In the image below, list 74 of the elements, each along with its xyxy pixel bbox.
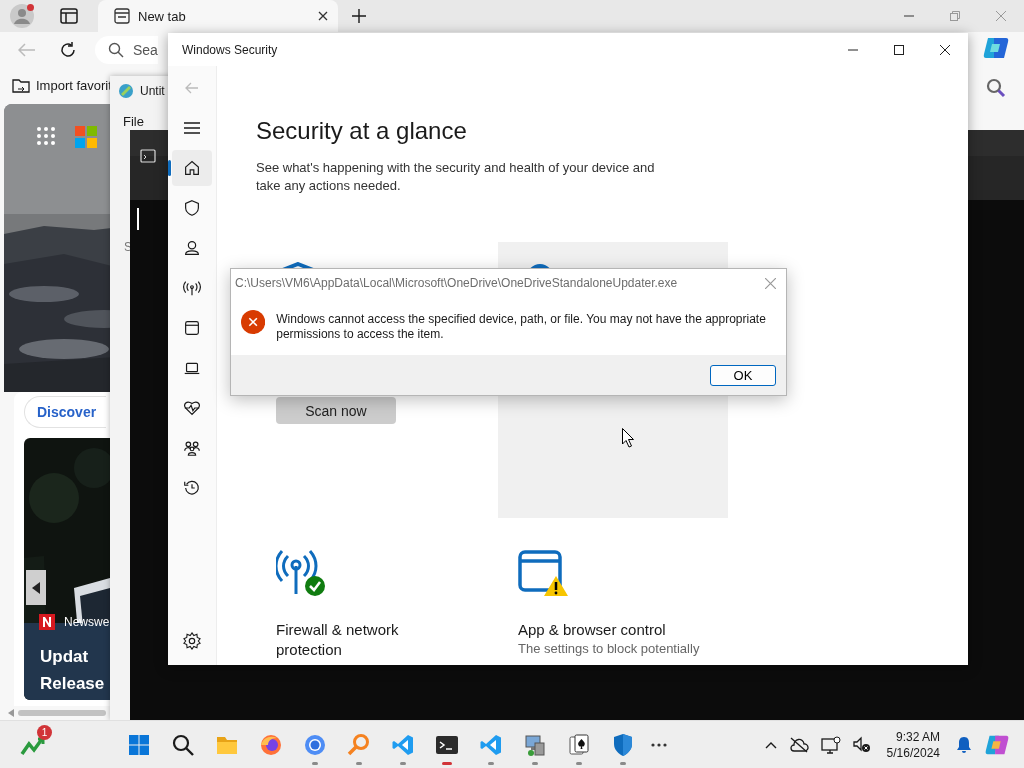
window-icon	[182, 318, 202, 338]
tab-actions-icon[interactable]	[60, 8, 78, 24]
mouse-pointer-icon	[622, 428, 635, 448]
time-text: 9:32 AM	[895, 728, 940, 745]
refresh-icon[interactable]	[59, 41, 77, 59]
magnifier-icon	[347, 732, 371, 757]
avatar-icon	[10, 4, 34, 28]
close-icon[interactable]	[318, 11, 328, 21]
clock-button[interactable]: 9:32 AM 5/16/2024	[882, 728, 944, 761]
notification-badge: 1	[37, 724, 52, 740]
cloud-off-icon[interactable]	[788, 736, 809, 753]
person-icon	[182, 238, 202, 258]
bell-icon[interactable]	[956, 735, 972, 754]
notepad-icon	[118, 83, 134, 99]
page-icon	[114, 8, 130, 24]
tab-label: New tab	[138, 8, 186, 24]
family-icon	[182, 438, 202, 458]
close-icon	[996, 11, 1006, 21]
folder-icon	[12, 77, 30, 93]
left-triangle-icon	[32, 581, 40, 594]
menu-icon	[184, 122, 200, 134]
shield-icon	[182, 198, 202, 218]
restore-icon	[950, 11, 960, 21]
playing-card-icon	[567, 732, 591, 757]
home-icon	[182, 158, 202, 178]
card-status: The settings to block potentially	[518, 640, 701, 657]
error-message: Windows cannot access the specified device, path, or file. You may not have the appropriate permissions to access the item.	[276, 311, 767, 342]
close-icon	[940, 44, 950, 55]
ring-circle-icon	[303, 732, 327, 757]
menu-item[interactable]: File	[123, 113, 144, 129]
speaker-muted-icon[interactable]	[852, 735, 871, 754]
scroll-left-icon[interactable]	[8, 709, 14, 717]
date-text: 5/16/2024	[886, 744, 940, 761]
shield-icon	[611, 732, 635, 757]
search-icon	[171, 732, 195, 757]
news-source: Newswe	[64, 615, 110, 629]
heart-pulse-icon	[182, 398, 202, 418]
search-field[interactable]: Sea	[95, 36, 158, 64]
dialog-title: C:\Users\VM6\AppData\Local\Microsoft\OneDrive\OneDriveStandaloneUpdater.exe	[235, 276, 679, 290]
search-icon	[108, 42, 124, 58]
window-title: Untit	[140, 84, 165, 98]
scan-button[interactable]: Scan now	[276, 397, 396, 424]
scrollbar-thumb[interactable]	[18, 710, 106, 716]
card-title[interactable]: Firewall & network protection	[276, 620, 460, 660]
apps-grid-icon[interactable]	[37, 127, 57, 147]
page-description: See what's happening with the security and health of your device and take any actions needed.	[256, 159, 656, 195]
profile-button[interactable]	[10, 4, 34, 28]
new-tab-icon[interactable]	[352, 9, 366, 23]
browser-tab[interactable]: New tab	[98, 0, 338, 32]
settings-icon	[183, 632, 201, 650]
ok-button[interactable]: OK	[710, 364, 776, 386]
back-arrow-icon	[185, 82, 199, 94]
fox-globe-icon	[259, 732, 283, 757]
window-title: Windows Security	[181, 42, 279, 57]
four-squares-logo-icon	[75, 126, 97, 148]
start-icon	[127, 732, 151, 757]
text-cursor	[137, 208, 139, 230]
chevron-up-icon[interactable]	[764, 740, 777, 749]
code-editor-icon	[391, 732, 415, 757]
favorites-link[interactable]: Import favorit	[36, 77, 112, 93]
more-icon[interactable]	[651, 742, 667, 747]
page-heading: Security at a glance	[256, 116, 468, 146]
letter-logo-icon	[39, 614, 55, 630]
previous-button[interactable]	[26, 570, 46, 605]
monitor-icon[interactable]	[820, 735, 841, 754]
search-icon[interactable]	[986, 78, 1006, 98]
history-icon	[182, 478, 202, 498]
computer-icon	[523, 732, 547, 757]
console-icon[interactable]	[140, 148, 156, 164]
widgets-button[interactable]: 1	[14, 724, 56, 765]
card-title[interactable]: App & browser control	[518, 620, 702, 640]
code-editor-icon	[479, 732, 503, 757]
feed-tab[interactable]: Discover	[24, 396, 107, 428]
maximize-icon	[894, 44, 904, 55]
